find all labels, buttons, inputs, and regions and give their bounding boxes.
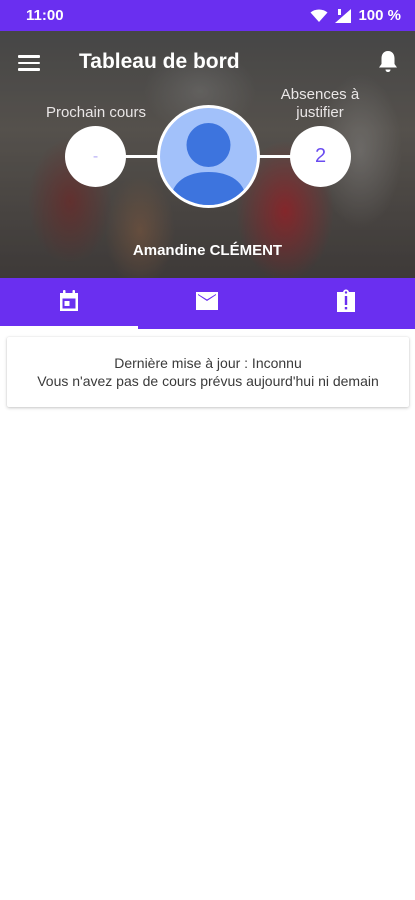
status-time: 11:00 <box>26 7 64 24</box>
absences-label: Absences à justifier <box>270 86 370 122</box>
menu-icon[interactable] <box>18 51 44 73</box>
tab-absences[interactable] <box>277 278 415 329</box>
clipboard-alert-icon <box>335 289 357 318</box>
last-update-text: Dernière mise à jour : Inconnu <box>114 355 302 371</box>
next-class-circle[interactable]: - <box>65 126 126 187</box>
user-name: Amandine CLÉMENT <box>132 242 283 259</box>
absences-label-line1: Absences à <box>280 86 360 103</box>
no-classes-text: Vous n'avez pas de cours prévus aujourd'… <box>37 373 379 389</box>
tab-bar <box>0 278 415 329</box>
calendar-icon <box>58 289 80 318</box>
page-title: Tableau de bord <box>79 50 240 73</box>
absences-circle[interactable]: 2 <box>290 126 351 187</box>
status-icons: 100 % <box>310 7 401 24</box>
person-avatar-icon <box>160 108 257 205</box>
signal-icon <box>334 8 352 24</box>
battery-text: 100 % <box>358 7 401 24</box>
connector-line-left <box>120 155 162 158</box>
absences-value: 2 <box>314 145 327 167</box>
next-class-label: Prochain cours <box>45 104 147 121</box>
absences-label-line2: justifier <box>296 104 344 121</box>
bell-icon[interactable] <box>376 49 402 75</box>
mail-icon <box>195 291 219 316</box>
dashboard-header: Tableau de bord Prochain cours Absences … <box>0 31 415 278</box>
next-class-value: - <box>92 147 99 165</box>
tab-messages[interactable] <box>138 278 276 329</box>
avatar[interactable] <box>157 105 260 208</box>
status-bar: 11:00 100 % <box>0 0 415 31</box>
schedule-info-card: Dernière mise à jour : Inconnu Vous n'av… <box>7 337 409 407</box>
tab-calendar[interactable] <box>0 278 139 329</box>
wifi-icon <box>310 8 328 23</box>
